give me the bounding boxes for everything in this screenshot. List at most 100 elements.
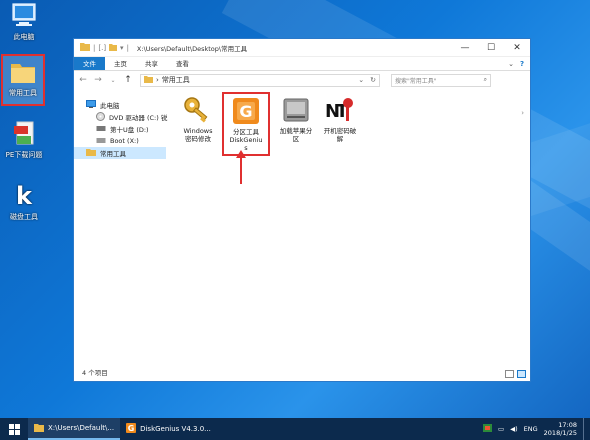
refresh-icon[interactable]: ↻	[370, 76, 376, 84]
nt-password-icon: N T	[324, 95, 356, 125]
folder-icon	[86, 148, 96, 158]
breadcrumb-separator: ›	[156, 76, 159, 84]
scroll-right-icon[interactable]: ›	[521, 109, 524, 117]
file-item-apple-partition[interactable]: 加载苹果分 区	[274, 95, 318, 143]
desktop-icon-label: 此电脑	[13, 33, 35, 41]
diskgenius-icon: G	[126, 423, 137, 435]
folder-icon	[80, 42, 90, 53]
large-icons-view-button[interactable]	[517, 370, 526, 378]
taskbar-item-explorer[interactable]: X:\Users\Default\...	[28, 418, 121, 440]
quick-access-toolbar: | [.] ▾ |	[80, 42, 129, 53]
windows-logo-icon	[8, 423, 20, 435]
annotation-arrow-line	[240, 156, 242, 184]
nav-item-label: Boot (X:)	[110, 137, 139, 145]
file-item-boot-password[interactable]: N T 开机密码破 解	[318, 95, 362, 143]
help-icon[interactable]: ?	[520, 57, 530, 70]
drive-icon	[96, 137, 106, 146]
dropdown-icon[interactable]: ▾	[120, 44, 124, 52]
k-app-icon: k	[9, 182, 39, 210]
search-input[interactable]: 搜索"常用工具" ⌕	[391, 73, 491, 87]
nav-item-label: 此电脑	[100, 102, 120, 110]
tray-app-icon[interactable]	[482, 424, 492, 434]
desktop-icon-this-pc[interactable]: 此电脑	[2, 2, 46, 41]
nav-item-this-pc[interactable]: 此电脑	[74, 99, 166, 111]
show-desktop-button[interactable]	[583, 418, 586, 440]
hard-drive-icon	[280, 95, 312, 125]
properties-icon[interactable]: |	[93, 44, 95, 52]
forward-button[interactable]: →	[93, 75, 103, 85]
expand-ribbon-icon[interactable]: ⌄	[508, 57, 520, 70]
desktop-icon-label: 磁盘工具	[10, 213, 38, 221]
file-name-line: DiskGeniu	[229, 136, 263, 144]
file-name-line: 区	[292, 135, 300, 143]
new-folder-icon[interactable]: [.]	[98, 44, 106, 52]
view-buttons	[505, 370, 526, 378]
key-icon	[182, 95, 214, 125]
tab-share[interactable]: 共享	[136, 57, 167, 70]
desktop-icon-pdf[interactable]: PE下载问题	[2, 120, 46, 159]
address-dropdown-icon[interactable]: ⌄	[358, 76, 364, 84]
folder-icon	[34, 423, 44, 434]
address-bar[interactable]: › 常用工具 ⌄ ↻	[140, 73, 380, 87]
clock[interactable]: 17:08 2018/1/25	[544, 421, 577, 437]
nav-item-common-tools[interactable]: 常用工具	[74, 147, 166, 159]
taskbar: X:\Users\Default\... G DiskGenius V4.3.0…	[0, 418, 590, 440]
search-icon: ⌕	[483, 76, 487, 83]
explorer-window: | [.] ▾ | X:\Users\Default\Desktop\常用工具 …	[73, 38, 531, 382]
svg-text:G: G	[128, 424, 135, 433]
breadcrumb-segment[interactable]: 常用工具	[162, 75, 190, 85]
separator: |	[126, 43, 129, 52]
search-placeholder: 搜索"常用工具"	[395, 77, 437, 85]
clock-time: 17:08	[558, 421, 577, 429]
svg-text:k: k	[16, 182, 33, 210]
tab-file[interactable]: 文件	[74, 57, 105, 70]
network-icon[interactable]: ▭	[498, 425, 504, 433]
file-name-line: s	[244, 144, 248, 152]
diskgenius-icon: G	[230, 96, 262, 126]
file-name-line: 加载苹果分	[279, 127, 313, 135]
details-view-button[interactable]	[505, 370, 514, 378]
computer-icon	[9, 2, 39, 30]
recent-dropdown-icon[interactable]: ⌄	[108, 77, 118, 84]
start-button[interactable]	[0, 418, 28, 440]
window-title: X:\Users\Default\Desktop\常用工具	[136, 44, 248, 53]
nav-item-usb[interactable]: 第十U盘 (D:)	[74, 123, 166, 135]
file-item-diskgenius[interactable]: G 分区工具 DiskGeniu s	[222, 92, 270, 156]
nav-item-label: 常用工具	[100, 150, 126, 158]
up-button[interactable]: ↑	[123, 75, 133, 85]
taskbar-item-diskgenius[interactable]: G DiskGenius V4.3.0...	[120, 418, 217, 440]
tab-home[interactable]: 主页	[105, 57, 136, 70]
drive-icon	[96, 125, 106, 134]
file-name-line: 分区工具	[233, 128, 259, 136]
volume-icon[interactable]: ◀)	[510, 425, 518, 433]
taskbar-item-label: X:\Users\Default\...	[48, 424, 115, 432]
ribbon-tabs: 文件 主页 共享 查看 ⌄ ?	[74, 57, 530, 71]
file-name-line: 开机密码破	[323, 127, 357, 135]
folder-icon	[144, 75, 153, 85]
back-button[interactable]: ←	[78, 75, 88, 85]
nav-item-dvd[interactable]: DVD 驱动器 (C:) 锐	[74, 111, 167, 123]
file-name-line: 密码修改	[185, 135, 211, 143]
folder-icon	[8, 58, 38, 86]
address-row: ← → ⌄ ↑ › 常用工具 ⌄ ↻ 搜索"常用工具" ⌕	[74, 71, 530, 89]
nav-item-label: 第十U盘 (D:)	[110, 126, 149, 134]
tab-view[interactable]: 查看	[167, 57, 198, 70]
language-indicator[interactable]: ENG	[524, 425, 538, 433]
svg-text:G: G	[239, 102, 252, 121]
desktop-icon-label: PE下载问题	[5, 151, 43, 159]
minimize-button[interactable]: —	[452, 39, 478, 57]
nav-item-boot[interactable]: Boot (X:)	[74, 135, 166, 147]
pdf-icon	[9, 120, 39, 148]
navigation-pane: 此电脑 DVD 驱动器 (C:) 锐 第十U盘 (D:) Boot (X:) 常…	[74, 91, 167, 363]
folder-small-icon[interactable]	[109, 43, 118, 53]
file-item-windows-password[interactable]: Windows 密码修改	[176, 95, 220, 143]
clock-date: 2018/1/25	[543, 429, 577, 437]
file-name-line: 解	[336, 135, 344, 143]
status-bar: 4 个项目	[82, 369, 108, 377]
desktop-icon-common-tools[interactable]: 常用工具	[1, 54, 45, 106]
system-tray: ▭ ◀) ENG 17:08 2018/1/25	[482, 418, 590, 440]
close-button[interactable]: ✕	[504, 39, 530, 57]
desktop-icon-k-app[interactable]: k 磁盘工具	[2, 182, 46, 221]
maximize-button[interactable]: ☐	[478, 39, 504, 57]
title-bar[interactable]: | [.] ▾ | X:\Users\Default\Desktop\常用工具 …	[74, 39, 530, 57]
